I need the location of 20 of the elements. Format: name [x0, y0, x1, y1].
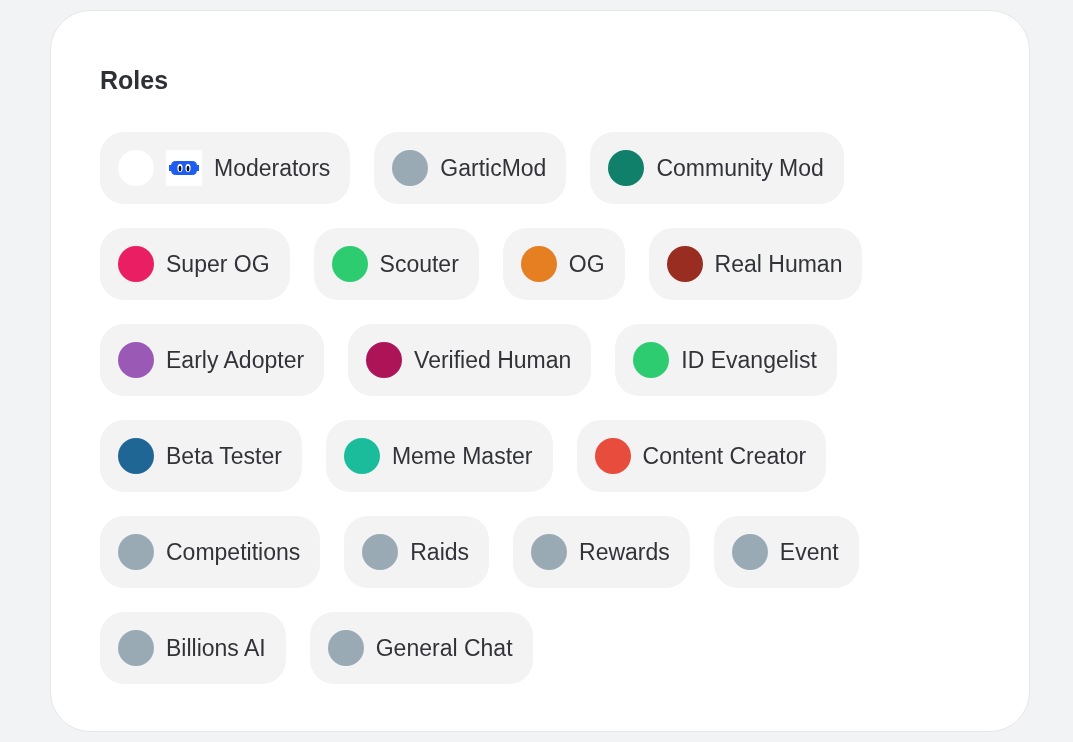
role-name: Verified Human	[414, 346, 572, 374]
role-name: Super OG	[166, 250, 270, 278]
role-name: Billions AI	[166, 634, 266, 662]
role-name: Event	[779, 538, 839, 566]
role-name: Raids	[410, 538, 470, 566]
role-name: OG	[568, 250, 605, 278]
role-name: Content Creator	[642, 442, 807, 470]
role-name: Competitions	[166, 538, 301, 566]
role-name: ID Evangelist	[681, 346, 817, 374]
role-name: Community Mod	[656, 154, 824, 182]
role-name: Meme Master	[391, 442, 533, 470]
role-name: GarticMod	[440, 154, 547, 182]
role-name: Beta Tester	[166, 442, 282, 470]
role-name: Real Human	[714, 250, 843, 278]
role-name: Moderators	[214, 154, 331, 182]
role-name: Rewards	[579, 538, 670, 566]
section-title: Roles	[100, 65, 169, 96]
role-name: General Chat	[375, 634, 513, 662]
role-name: Early Adopter	[166, 346, 305, 374]
role-name: Scouter	[379, 250, 459, 278]
